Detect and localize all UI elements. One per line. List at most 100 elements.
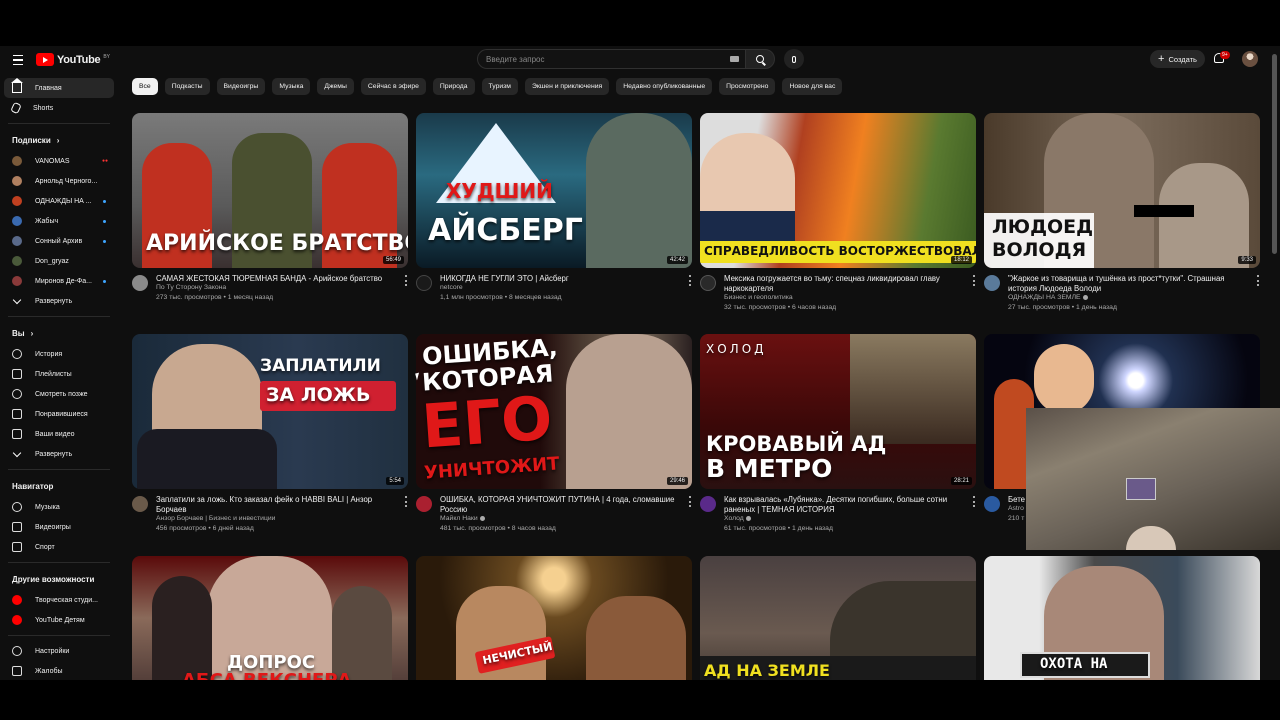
sidebar-expand-subscriptions[interactable]: Развернуть bbox=[4, 291, 114, 311]
chip[interactable]: Туризм bbox=[481, 78, 518, 95]
channel-avatar[interactable] bbox=[700, 496, 716, 512]
page-scrollbar[interactable] bbox=[1272, 54, 1277, 254]
video-card[interactable]: АД НА ЗЕМЛЕ bbox=[700, 556, 976, 680]
video-thumbnail[interactable]: ОШИБКА, КОТОРАЯ ЕГО УНИЧТОЖИТ 29:46 bbox=[416, 334, 692, 489]
sidebar-item-kids[interactable]: YouTube Детям bbox=[4, 610, 114, 630]
more-options-icon[interactable] bbox=[1257, 275, 1260, 286]
sidebar-subscription[interactable]: Don_gryaz bbox=[4, 251, 114, 271]
video-card[interactable]: ХОЛОД КРОВАВЫЙ АД В МЕТРО 28:21 Как взры… bbox=[700, 334, 976, 544]
sidebar-item-sport[interactable]: Спорт bbox=[4, 537, 114, 557]
video-thumbnail[interactable]: АРИЙСКОЕ БРАТСТВО 56:49 bbox=[132, 113, 408, 268]
search-box[interactable] bbox=[477, 49, 745, 69]
sidebar-item-your-videos[interactable]: Ваши видео bbox=[4, 424, 114, 444]
chip[interactable]: Сейчас в эфире bbox=[360, 78, 426, 95]
sidebar-item-liked[interactable]: Понравившиеся bbox=[4, 404, 114, 424]
sidebar-item-playlists[interactable]: Плейлисты bbox=[4, 364, 114, 384]
you-header[interactable]: Вы › bbox=[4, 322, 114, 344]
chip[interactable]: Джемы bbox=[317, 78, 354, 95]
keyboard-icon[interactable] bbox=[730, 56, 739, 62]
more-options-icon[interactable] bbox=[405, 496, 408, 507]
channel-avatar[interactable] bbox=[132, 275, 148, 291]
channel-avatar[interactable] bbox=[416, 275, 432, 291]
sidebar-item-shorts[interactable]: Shorts bbox=[4, 98, 114, 118]
video-thumbnail[interactable]: ДОПРОС АБСА ВЕКСНЕРА bbox=[132, 556, 408, 680]
chip[interactable]: Видеоигры bbox=[216, 78, 266, 95]
more-options-icon[interactable] bbox=[973, 275, 976, 286]
search-button[interactable] bbox=[745, 49, 775, 69]
chip[interactable]: Недавно опубликованные bbox=[616, 78, 713, 95]
sidebar-item-watch-later[interactable]: Смотреть позже bbox=[4, 384, 114, 404]
sidebar-expand-you[interactable]: Развернуть bbox=[4, 444, 114, 464]
webcam-overlay bbox=[1026, 408, 1280, 550]
video-card[interactable]: ОХОТА НА bbox=[984, 556, 1260, 680]
voice-search-button[interactable] bbox=[784, 49, 804, 69]
sidebar-item-gaming[interactable]: Видеоигры bbox=[4, 517, 114, 537]
video-thumbnail[interactable]: ХУДШИЙ АЙСБЕРГ 42:42 bbox=[416, 113, 692, 268]
channel-name[interactable]: Бизнес и геополитика bbox=[724, 294, 793, 301]
chip[interactable]: Новое для вас bbox=[782, 78, 843, 95]
sidebar-subscription[interactable]: ОДНАЖДЫ НА ... bbox=[4, 191, 114, 211]
video-card[interactable]: ОШИБКА, КОТОРАЯ ЕГО УНИЧТОЖИТ 29:46 ОШИБ… bbox=[416, 334, 692, 544]
chip[interactable]: Музыка bbox=[272, 78, 311, 95]
more-options-icon[interactable] bbox=[405, 275, 408, 286]
youtube-logo[interactable]: YouTube BY bbox=[36, 53, 110, 66]
sidebar-item-history[interactable]: История bbox=[4, 344, 114, 364]
more-options-icon[interactable] bbox=[689, 496, 692, 507]
chip[interactable]: Экшен и приключения bbox=[524, 78, 610, 95]
channel-avatar[interactable] bbox=[132, 496, 148, 512]
create-button[interactable]: + Создать bbox=[1150, 50, 1205, 68]
video-title[interactable]: "Жаркое из товарища и тушёнка из прост*т… bbox=[1008, 274, 1248, 294]
channel-avatar[interactable] bbox=[984, 496, 1000, 512]
sidebar-subscription[interactable]: Арнольд Черного... bbox=[4, 171, 114, 191]
sidebar-subscription[interactable]: Миронов Де-Фа... bbox=[4, 271, 114, 291]
chip[interactable]: Подкасты bbox=[164, 78, 210, 95]
channel-name[interactable]: ОДНАЖДЫ НА ЗЕМЛЕ bbox=[1008, 294, 1088, 301]
video-thumbnail[interactable]: ЛЮДОЕД ВОЛОДЯ 9:33 bbox=[984, 113, 1260, 268]
video-thumbnail[interactable]: СПРАВЕДЛИВОСТЬ ВОСТОРЖЕСТВОВАЛА 18:12 bbox=[700, 113, 976, 268]
channel-name[interactable]: По Ту Сторону Закона bbox=[156, 284, 226, 291]
video-title[interactable]: Заплатили за ложь. Кто заказал фейк о HA… bbox=[156, 495, 396, 515]
subscriptions-header[interactable]: Подписки › bbox=[4, 129, 114, 151]
sidebar-subscription[interactable]: Сонный Архив bbox=[4, 231, 114, 251]
more-options-icon[interactable] bbox=[689, 275, 692, 286]
video-card[interactable]: ЗАПЛАТИЛИ ЗА ЛОЖЬ 5:54 Заплатили за ложь… bbox=[132, 334, 408, 544]
video-thumbnail[interactable]: АД НА ЗЕМЛЕ bbox=[700, 556, 976, 680]
video-thumbnail[interactable]: ЗАПЛАТИЛИ ЗА ЛОЖЬ 5:54 bbox=[132, 334, 408, 489]
sidebar-item-music[interactable]: Музыка bbox=[4, 497, 114, 517]
video-card[interactable]: ЛЮДОЕД ВОЛОДЯ 9:33 "Жаркое из товарища и… bbox=[984, 113, 1260, 323]
channel-name[interactable]: Майкл Наки bbox=[440, 515, 485, 522]
video-title[interactable]: НИКОГДА НЕ ГУГЛИ ЭТО | Айсберг bbox=[440, 274, 680, 284]
video-card[interactable]: СПРАВЕДЛИВОСТЬ ВОСТОРЖЕСТВОВАЛА 18:12 Ме… bbox=[700, 113, 976, 323]
sidebar-subscription[interactable]: VANOMAS ●● bbox=[4, 151, 114, 171]
sidebar-item-studio[interactable]: Творческая студи... bbox=[4, 590, 114, 610]
video-card[interactable]: ДОПРОС АБСА ВЕКСНЕРА bbox=[132, 556, 408, 680]
video-thumbnail[interactable]: ОХОТА НА bbox=[984, 556, 1260, 680]
sidebar-subscription[interactable]: Жабыч bbox=[4, 211, 114, 231]
video-title[interactable]: Мексика погружается во тьму: спецназ лик… bbox=[724, 274, 964, 294]
video-title[interactable]: Как взрывалась «Лубянка». Десятки погибш… bbox=[724, 495, 964, 515]
channel-name[interactable]: Анзор Борчаев | Бизнес и инвестиции bbox=[156, 515, 275, 522]
account-avatar[interactable] bbox=[1242, 51, 1258, 67]
sidebar-item-home[interactable]: Главная bbox=[4, 78, 114, 98]
chip[interactable]: Просмотрено bbox=[719, 78, 776, 95]
video-thumbnail[interactable]: НЕЧИСТЫЙ bbox=[416, 556, 692, 680]
sidebar-item-report[interactable]: Жалобы bbox=[4, 661, 114, 680]
channel-name[interactable]: Astro bbox=[1008, 505, 1024, 512]
channel-name[interactable]: Холод bbox=[724, 515, 751, 522]
channel-avatar[interactable] bbox=[416, 496, 432, 512]
channel-name[interactable]: netcore bbox=[440, 284, 463, 291]
video-title[interactable]: САМАЯ ЖЕСТОКАЯ ТЮРЕМНАЯ БАНДА - Арийское… bbox=[156, 274, 396, 284]
video-thumbnail[interactable]: ХОЛОД КРОВАВЫЙ АД В МЕТРО 28:21 bbox=[700, 334, 976, 489]
more-options-icon[interactable] bbox=[973, 496, 976, 507]
video-card[interactable]: ХУДШИЙ АЙСБЕРГ 42:42 НИКОГДА НЕ ГУГЛИ ЭТ… bbox=[416, 113, 692, 323]
channel-avatar[interactable] bbox=[984, 275, 1000, 291]
sidebar-item-settings[interactable]: Настройки bbox=[4, 641, 114, 661]
video-card[interactable]: НЕЧИСТЫЙ bbox=[416, 556, 692, 680]
menu-icon[interactable] bbox=[10, 52, 26, 68]
channel-avatar[interactable] bbox=[700, 275, 716, 291]
chip[interactable]: Природа bbox=[432, 78, 475, 95]
search-input[interactable] bbox=[486, 54, 716, 64]
video-card[interactable]: АРИЙСКОЕ БРАТСТВО 56:49 САМАЯ ЖЕСТОКАЯ Т… bbox=[132, 113, 408, 323]
video-title[interactable]: ОШИБКА, КОТОРАЯ УНИЧТОЖИТ ПУТИНА | 4 год… bbox=[440, 495, 680, 515]
chip-all[interactable]: Все bbox=[132, 78, 158, 95]
